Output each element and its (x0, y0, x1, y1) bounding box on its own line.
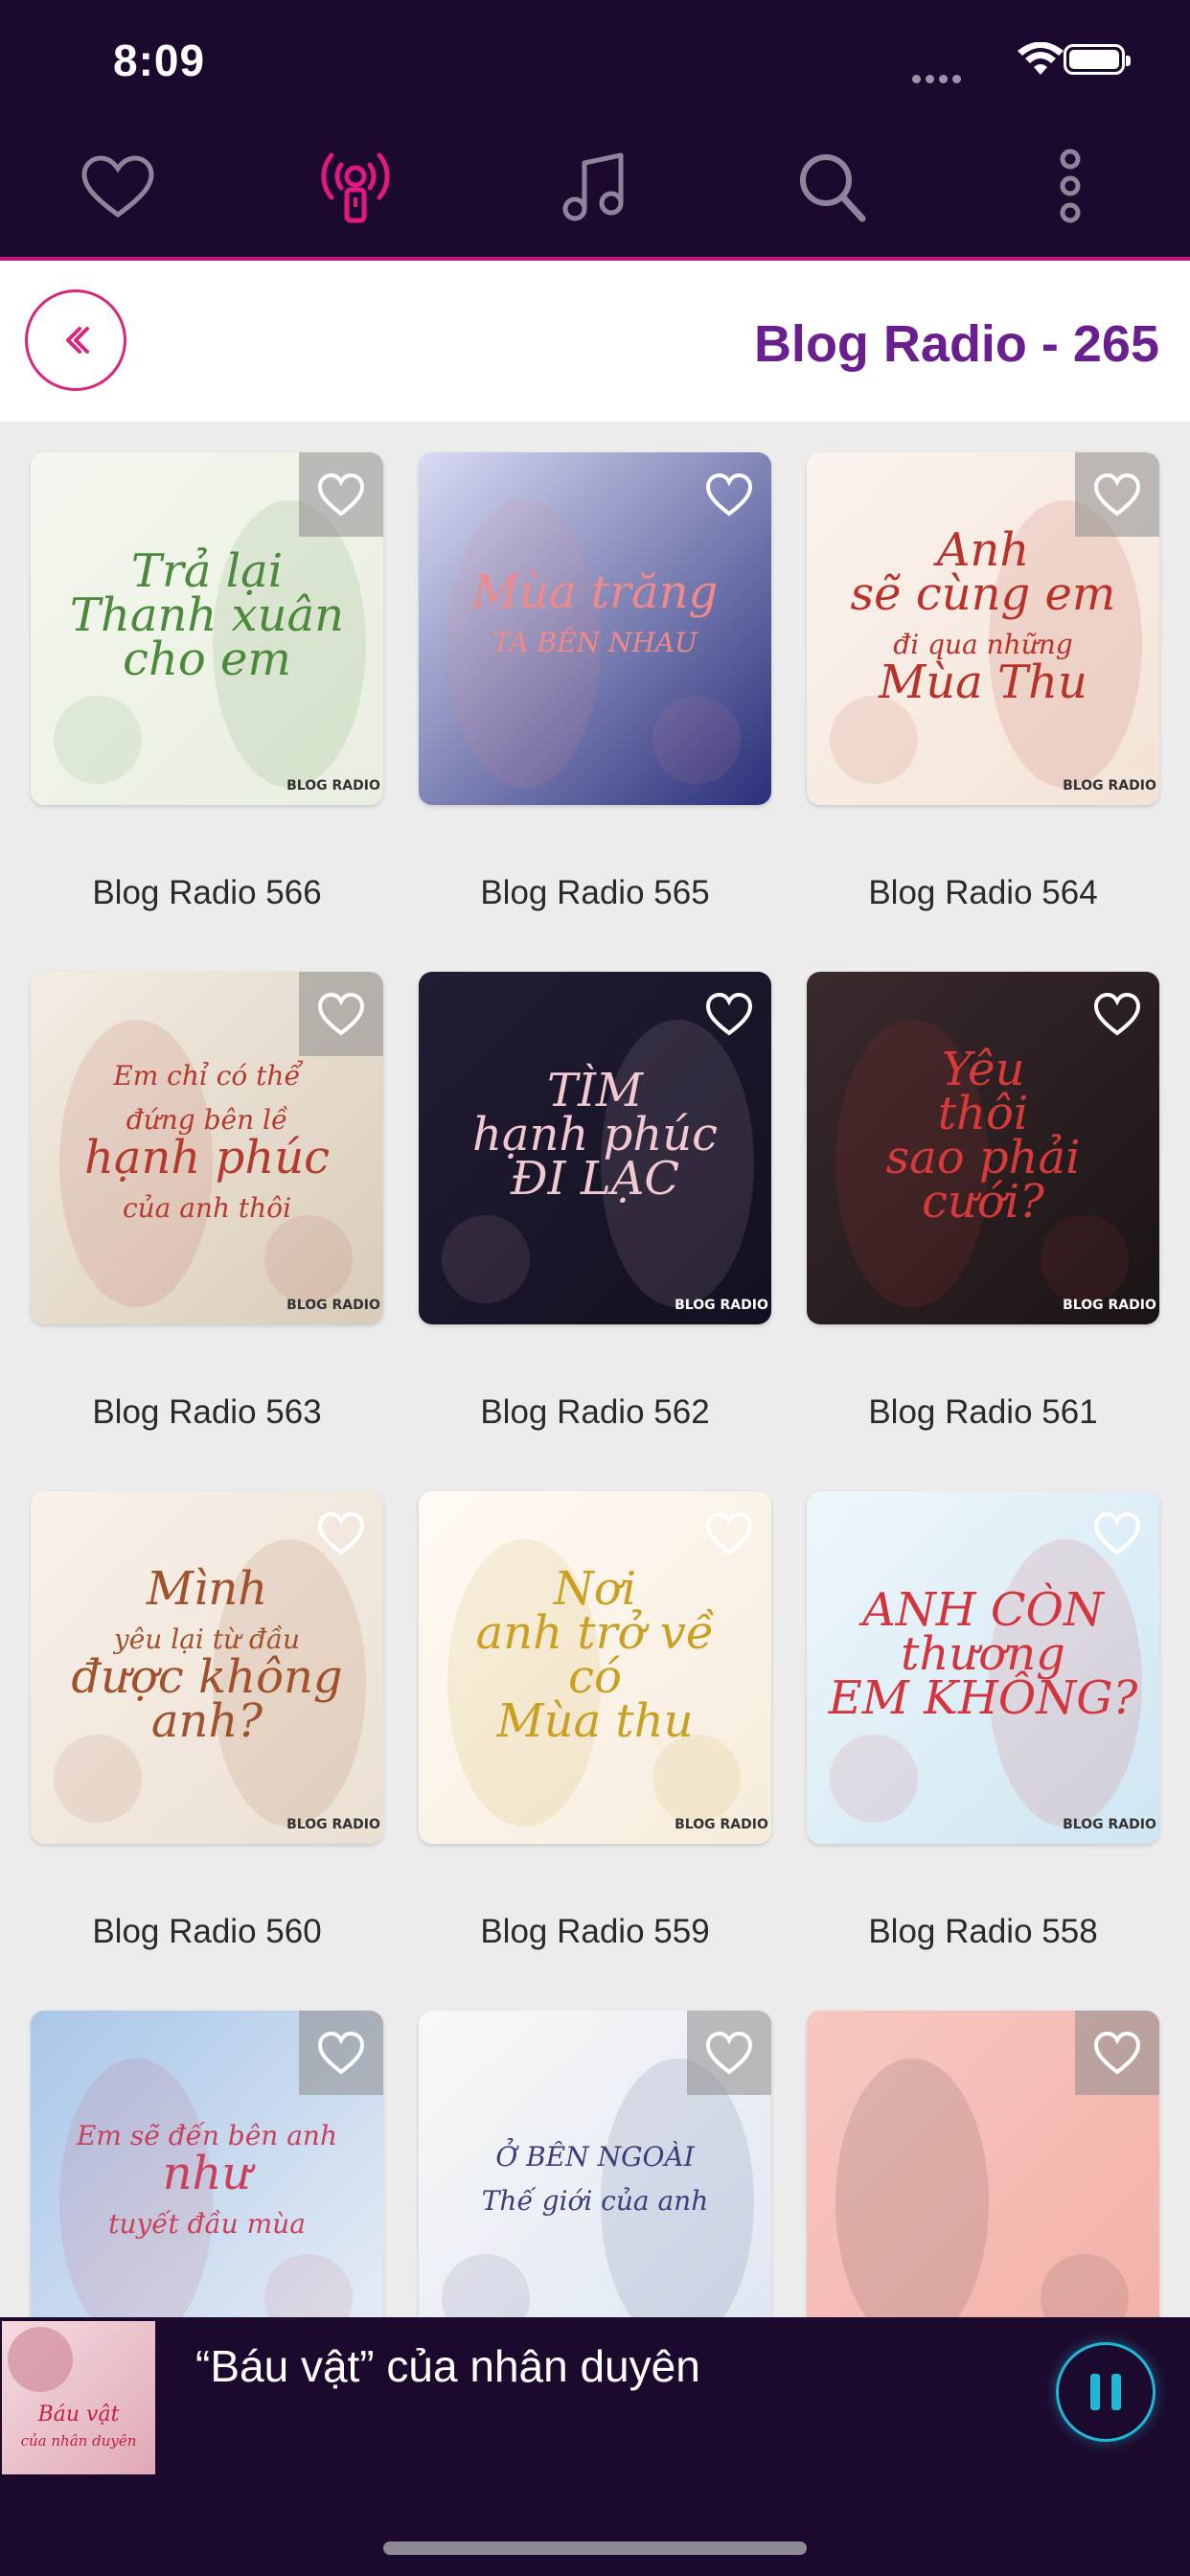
episode-thumbnail[interactable]: Anh sẽ cùng em đi qua những Mùa Thu BLOG RAD… (807, 452, 1159, 805)
heart-outline-icon (705, 2031, 753, 2075)
episode-title: Blog Radio 564 (868, 874, 1098, 911)
artwork-text: cưới? (922, 1175, 1044, 1229)
episode-thumbnail[interactable]: TÌM hạnh phúc ĐI LẠC BLOG RADIO (419, 972, 771, 1324)
favorite-button[interactable] (1075, 1491, 1159, 1576)
heart-outline-icon (317, 1511, 365, 1555)
nav-favorites[interactable] (75, 144, 161, 230)
favorite-button[interactable] (1075, 2011, 1159, 2095)
episode-title: Blog Radio 565 (480, 874, 710, 911)
svg-text:Báu vật: Báu vật (37, 2403, 120, 2426)
episode-title: Blog Radio 566 (92, 874, 322, 911)
chevron-left-icon (66, 327, 89, 354)
episode-title: Blog Radio 560 (92, 1913, 322, 1950)
artwork-text: như (163, 2147, 256, 2200)
episode-thumbnail[interactable]: Trả lại Thanh xuân cho em BLOG RADIO (31, 452, 383, 805)
episode-title: Blog Radio 558 (868, 1913, 1098, 1950)
favorite-button[interactable] (299, 2011, 383, 2095)
episode-thumbnail[interactable]: Ở BÊN NGOÀI Thế giới của anh (419, 2011, 771, 2363)
search-icon (800, 154, 866, 222)
artwork-text: Mùa trăng (471, 565, 718, 619)
svg-text:của nhân duyên: của nhân duyên (21, 2432, 137, 2450)
heart-icon (81, 155, 154, 218)
heart-outline-icon (1093, 992, 1141, 1036)
blog-radio-logo: BLOG RADIO (286, 1298, 380, 1313)
nav-search[interactable] (790, 144, 876, 230)
heart-outline-icon (705, 1511, 753, 1555)
heart-outline-icon (705, 992, 753, 1036)
pause-button[interactable] (1056, 2342, 1156, 2442)
episode-thumbnail[interactable]: Em sẽ đến bên anhnhưtuyết đầu mùaBLOG RA… (31, 2011, 383, 2363)
battery-icon (1064, 44, 1131, 75)
now-playing-title: “Báu vật” của nhân duyên (195, 2341, 700, 2391)
episode-thumbnail[interactable] (807, 2011, 1159, 2363)
favorite-button[interactable] (687, 452, 771, 537)
blog-radio-logo: BLOG RADIO (1063, 778, 1156, 794)
blog-radio-logo: BLOG RADIO (1063, 1298, 1156, 1313)
artwork-text: TA BÊN NHAU (492, 627, 698, 658)
nav-more[interactable] (1027, 144, 1113, 230)
music-note-icon (562, 152, 624, 221)
blog-radio-logo: BLOG RADIO (675, 1817, 768, 1832)
blog-radio-logo: BLOG RADIO (286, 778, 380, 794)
artwork-text: Em chỉ có thể (112, 1060, 303, 1092)
artwork-text: Mùa Thu (878, 656, 1087, 709)
heart-outline-icon (317, 2031, 365, 2075)
artwork-text: Mùa thu (495, 1694, 693, 1748)
favorite-button[interactable] (687, 972, 771, 1056)
radio-tower-icon (321, 152, 390, 223)
heart-outline-icon (317, 992, 365, 1036)
episode-thumbnail[interactable]: Mùa trăng TA BÊN NHAU (419, 452, 771, 805)
home-indicator[interactable] (383, 2542, 807, 2555)
more-vertical-icon (1060, 149, 1081, 223)
heart-outline-icon (1093, 472, 1141, 517)
artwork-text: EM KHÔNG? (828, 1669, 1138, 1725)
artwork-text: ĐI LẠC (510, 1152, 679, 1206)
artwork-text: Ở BÊN NGOÀI (495, 2137, 695, 2173)
nav-music[interactable] (552, 144, 638, 230)
artwork-text: Mình (146, 1562, 267, 1616)
blog-radio-logo: BLOG RADIO (675, 1298, 768, 1313)
favorite-button[interactable] (1075, 972, 1159, 1056)
artwork-text: cho em (123, 632, 291, 686)
episode-thumbnail[interactable]: Nơi anh trở về có Mùa thu BLOG RADIO (419, 1491, 771, 1844)
wifi-icon (1018, 42, 1064, 75)
page-header: Blog Radio - 265 (0, 261, 1190, 422)
heart-outline-icon (317, 472, 365, 517)
signal-icon (912, 71, 966, 88)
mini-player[interactable]: Báu vật của nhân duyên “Báu vật” của nhâ… (0, 2317, 1190, 2576)
episode-title: Blog Radio 559 (480, 1913, 710, 1950)
favorite-button[interactable] (687, 1491, 771, 1576)
episode-thumbnail[interactable]: Mình yêu lại từ đầu được không anh? BLOG RAD… (31, 1491, 383, 1844)
favorite-button[interactable] (299, 972, 383, 1056)
status-time: 8:09 (113, 35, 206, 85)
player-artwork[interactable]: Báu vật của nhân duyên (2, 2321, 155, 2474)
page-title: Blog Radio - 265 (753, 315, 1159, 373)
heart-outline-icon (1093, 2031, 1141, 2075)
blog-radio-logo: BLOG RADIO (1063, 1817, 1156, 1832)
favorite-button[interactable] (1075, 452, 1159, 537)
pause-icon (1090, 2374, 1100, 2410)
artwork-text: anh? (151, 1694, 263, 1748)
blog-radio-logo: BLOG RADIO (286, 1817, 380, 1832)
artwork-text: sẽ cùng em (851, 567, 1116, 621)
episode-title: Blog Radio 561 (868, 1393, 1098, 1431)
episode-title: Blog Radio 563 (92, 1393, 322, 1431)
artwork-text: hạnh phúc (84, 1131, 330, 1184)
top-bar: 8:09 (0, 0, 1190, 261)
artwork-text: Thế giới của anh (482, 2185, 709, 2217)
back-button[interactable] (25, 289, 126, 391)
favorite-button[interactable] (299, 1491, 383, 1576)
episode-thumbnail[interactable]: Em chỉ có thể đứng bên lề hạnh phúc của anh… (31, 972, 383, 1324)
heart-outline-icon (705, 472, 753, 517)
favorite-button[interactable] (299, 452, 383, 537)
artwork-text: tuyết đầu mùa (108, 2208, 306, 2240)
episode-thumbnail[interactable]: Yêu thôi sao phải cưới? BLOG RADIO (807, 972, 1159, 1324)
heart-outline-icon (1093, 1511, 1141, 1555)
episode-title: Blog Radio 562 (480, 1393, 710, 1431)
artwork-text: của anh thôi (123, 1192, 291, 1224)
nav-radio[interactable] (312, 144, 399, 230)
favorite-button[interactable] (687, 2011, 771, 2095)
episode-thumbnail[interactable]: ANH CÒN thương EM KHÔNG? BLOG RADIO (807, 1491, 1159, 1844)
